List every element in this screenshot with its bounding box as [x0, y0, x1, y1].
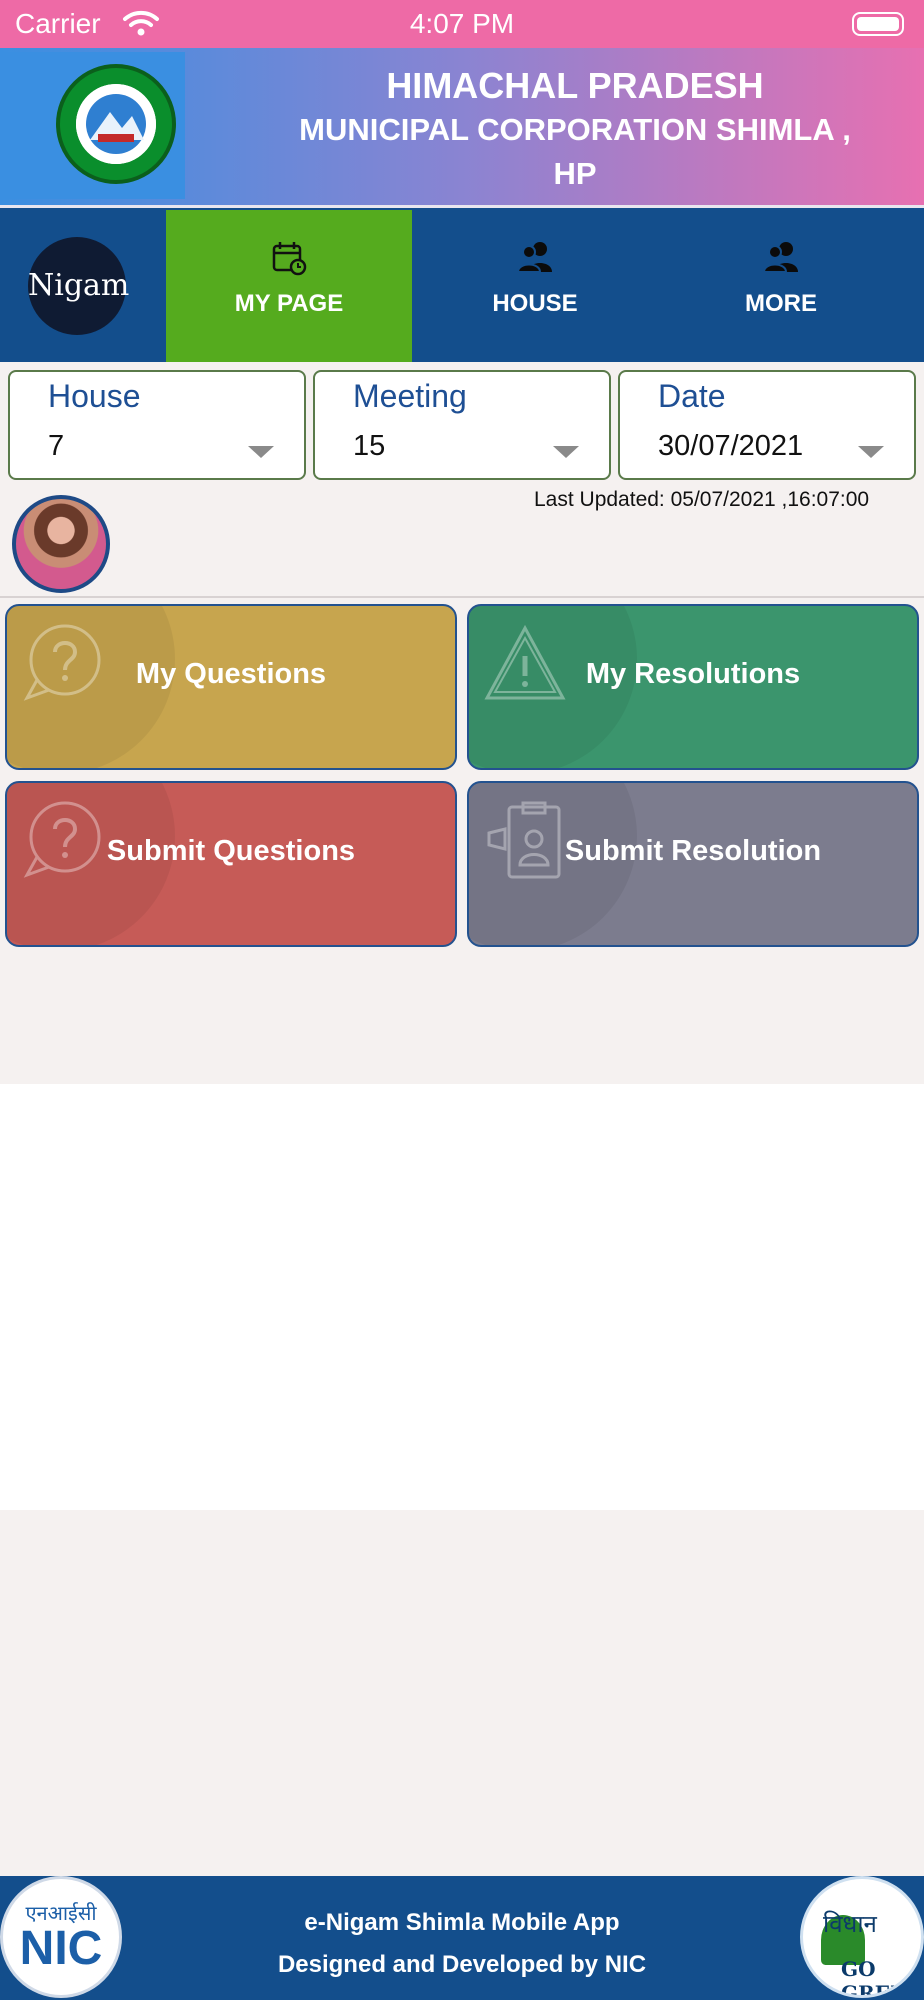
header-title-line1: HIMACHAL PRADESH: [386, 65, 764, 106]
house-dropdown[interactable]: House 7: [8, 370, 306, 480]
chevron-down-icon: [858, 446, 884, 458]
calendar-clock-icon: [166, 240, 412, 276]
header-title-line2: MUNICIPAL CORPORATION SHIMLA ,: [299, 112, 851, 147]
date-dropdown-value: 30/07/2021: [658, 430, 804, 462]
submit-questions-label: Submit Questions: [106, 835, 356, 867]
tab-more-label: MORE: [745, 290, 817, 317]
my-resolutions-button[interactable]: My Resolutions: [467, 604, 919, 770]
submit-resolution-label: Submit Resolution: [564, 835, 822, 867]
last-updated-text: Last Updated: 05/07/2021 ,16:07:00: [534, 488, 870, 511]
chevron-down-icon: [553, 446, 579, 458]
my-questions-button[interactable]: My Questions: [5, 604, 457, 770]
section-divider: [0, 596, 924, 598]
users-icon: [412, 240, 658, 274]
footer-line2: Designed and Developed by NIC: [277, 1951, 647, 1978]
tab-more[interactable]: MORE: [658, 210, 904, 362]
house-dropdown-value: 7: [48, 430, 65, 462]
my-questions-label: My Questions: [135, 658, 327, 690]
footer-text: e-Nigam Shimla Mobile App Designed and D…: [150, 1902, 774, 1986]
battery-icon: [852, 12, 904, 36]
go-green-text: GO GREEN: [841, 1957, 924, 1998]
mountain-emblem-icon: [76, 84, 156, 164]
tab-my-page-label: MY PAGE: [234, 290, 344, 317]
my-resolutions-label: My Resolutions: [585, 658, 801, 690]
header-title-line3: HP: [553, 156, 597, 191]
house-dropdown-label: House: [48, 378, 141, 414]
submit-resolution-button[interactable]: Submit Resolution: [467, 781, 919, 947]
nigam-logo-text: Nigam: [28, 268, 130, 303]
meeting-dropdown-label: Meeting: [353, 378, 467, 414]
tab-house[interactable]: HOUSE: [412, 210, 658, 362]
avatar[interactable]: [12, 495, 110, 593]
footer-line1: e-Nigam Shimla Mobile App: [304, 1909, 620, 1936]
meeting-dropdown[interactable]: Meeting 15: [313, 370, 611, 480]
date-dropdown-label: Date: [658, 378, 726, 414]
nic-logo-text: NIC: [19, 1922, 103, 1975]
corporation-logo-emblem: [76, 84, 156, 164]
nigam-logo: Nigam: [28, 237, 130, 335]
nic-logo: एनआईसी NIC: [0, 1876, 122, 1998]
go-green-logo: विधान GO GREEN: [800, 1876, 924, 1998]
submit-questions-button[interactable]: Submit Questions: [5, 781, 457, 947]
users-icon: [658, 240, 904, 274]
tab-house-label: HOUSE: [492, 290, 578, 317]
chevron-down-icon: [248, 446, 274, 458]
header-title: HIMACHAL PRADESH MUNICIPAL CORPORATION S…: [230, 64, 920, 196]
meeting-dropdown-value: 15: [353, 430, 386, 462]
tab-my-page[interactable]: MY PAGE: [166, 210, 412, 362]
clock: 4:07 PM: [409, 8, 515, 39]
go-green-hindi: विधान: [823, 1910, 877, 1938]
status-bar: Carrier 4:07 PM: [0, 0, 924, 48]
content-area: [0, 1084, 924, 1510]
date-dropdown[interactable]: Date 30/07/2021: [618, 370, 916, 480]
